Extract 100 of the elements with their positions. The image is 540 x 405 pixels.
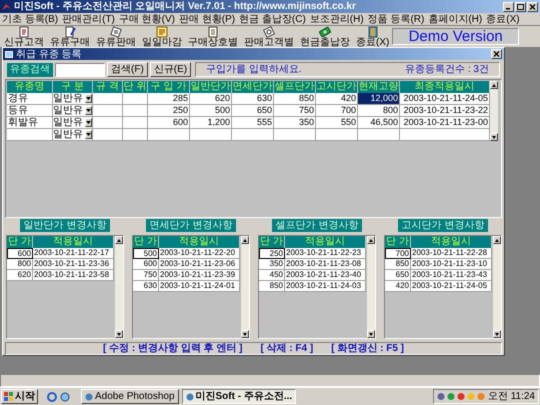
status-message: 구입가를 입력하세요. [206, 64, 302, 75]
record-count: 유종등록건수 : 3건 [405, 64, 489, 75]
table-cell: 2003-10-21-11-24-03 [285, 281, 366, 292]
column-header: 구 입 가 [148, 81, 190, 93]
menu-item[interactable]: 정품 등록(R) [368, 14, 424, 24]
maximize-icon [517, 4, 524, 10]
list-icon [207, 26, 219, 38]
column-header: 현재고량 [358, 81, 400, 93]
down-arrow-icon[interactable] [243, 332, 247, 336]
scrollbar[interactable] [493, 236, 501, 338]
empty-cell [123, 129, 148, 141]
table-cell: 500 [133, 248, 159, 259]
taskbar-button[interactable]: 미진Soft - 주유소전... [182, 389, 296, 404]
caret-icon [86, 121, 91, 124]
down-arrow-icon[interactable] [117, 332, 121, 336]
up-arrow-icon[interactable] [492, 84, 496, 86]
window-icon [5, 50, 13, 58]
up-arrow-icon[interactable] [495, 238, 499, 242]
toolbar-button[interactable]: 일일마감 [139, 26, 185, 47]
start-button[interactable]: 시작 [1, 389, 38, 404]
panel-title: 고시단가 변경사항 [398, 219, 488, 232]
down-arrow-icon[interactable] [492, 136, 496, 138]
dropdown[interactable]: 일반유 [53, 105, 93, 117]
paper-icon [263, 26, 275, 38]
toolbar-button[interactable]: 유류구매 [47, 26, 93, 47]
table-cell: 350 [274, 117, 316, 129]
scrollbar[interactable] [241, 236, 249, 338]
toolbar-button[interactable]: 신규(E) [150, 62, 192, 77]
up-arrow-icon[interactable] [243, 238, 247, 242]
menu-item[interactable]: 판매관리(T) [62, 14, 115, 24]
close-button[interactable] [527, 2, 538, 12]
shortcut-hint: [ 화면갱신 : F5 ] [331, 343, 404, 354]
maximize-button[interactable] [515, 2, 526, 12]
table-cell: 630 [232, 93, 274, 105]
down-arrow-icon[interactable] [369, 332, 373, 336]
table-cell: 285 [148, 93, 190, 105]
empty-cell [123, 117, 148, 129]
panel-title: 면세단가 변경사항 [146, 219, 236, 232]
scrollbar[interactable] [367, 236, 375, 338]
close-icon [493, 51, 500, 57]
column-header: 구 분 [53, 81, 93, 93]
table-cell: 600 [148, 117, 190, 129]
clock: 오전 11:24 [488, 391, 535, 402]
dropdown[interactable]: 일반유 [53, 129, 93, 141]
menu-item[interactable]: 보조관리(H) [310, 14, 364, 24]
column-header: 단 위 [123, 81, 148, 93]
tray-icons-drawing [436, 392, 485, 401]
empty-cell [123, 93, 148, 105]
up-arrow-icon[interactable] [117, 238, 121, 242]
caret-icon [86, 133, 91, 136]
menu-item[interactable]: 구매 현황(V) [118, 14, 175, 24]
dropdown[interactable]: 일반유 [53, 93, 93, 105]
up-arrow-icon[interactable] [369, 238, 373, 242]
table-cell: 620 [7, 270, 33, 281]
toolbar-button[interactable]: 신규고객 [1, 26, 47, 47]
column-header: 단 가 [385, 236, 411, 248]
scrollbar[interactable] [490, 81, 498, 141]
notepad-icon [156, 26, 168, 38]
shortcut-hint: [ 삭제 : F4 ] [260, 343, 314, 354]
toolbar-button[interactable]: 종료(X) [353, 26, 392, 47]
menu-item[interactable]: 판매 현황(P) [179, 14, 236, 24]
down-arrow-icon[interactable] [495, 332, 499, 336]
window-title: 미진Soft - 주유소전산관리 오일매니저 Ver.7.01 - http://www.mijinsoft.co.kr [14, 1, 356, 12]
menu-item[interactable]: 홈페이지(H) [428, 14, 482, 24]
caret-icon [86, 97, 91, 100]
table-cell: 46,500 [358, 117, 400, 129]
toolbar-button[interactable]: 검색(F) [107, 62, 148, 77]
panel-title: 일반단가 변경사항 [20, 219, 110, 232]
table-cell: 850 [274, 93, 316, 105]
child-window-title: 취급 유종 등록 [16, 48, 82, 60]
column-header: 면세단가 [232, 81, 274, 93]
menu-item[interactable]: 현금 출납장(C) [239, 14, 306, 24]
banknote-icon [319, 26, 331, 38]
empty-cell [123, 105, 148, 117]
empty-cell [190, 129, 232, 141]
toolbar-button[interactable]: 현금출납장 [297, 26, 353, 47]
minimize-button[interactable] [503, 2, 514, 12]
empty-cell [148, 129, 190, 141]
menu-item[interactable]: 종료(X) [486, 14, 520, 24]
toolbar-button[interactable]: 유류판매 [93, 26, 139, 47]
empty-cell [316, 129, 358, 141]
column-header: 규 격 [93, 81, 123, 93]
table-cell: 600 [7, 248, 33, 259]
table-cell: 420 [385, 281, 411, 292]
app-logo-icon [2, 2, 11, 10]
taskbar-button[interactable]: Adobe Photoshop [81, 389, 179, 404]
caret-icon [86, 109, 91, 112]
column-header: 고시단가 [316, 81, 358, 93]
browser-icon[interactable] [47, 392, 57, 402]
column-header: 적용일시 [285, 236, 366, 248]
menu-item[interactable]: 기초 등록(B) [2, 14, 58, 24]
scrollbar[interactable] [115, 236, 123, 338]
toolbar-button[interactable]: 구매상호별 [185, 26, 241, 47]
close-button[interactable] [491, 49, 502, 59]
table-cell: 550 [316, 117, 358, 129]
toolbar-button[interactable]: 판매고객별 [241, 26, 297, 47]
search-field[interactable] [55, 62, 105, 76]
table-cell: 250 [259, 248, 285, 259]
table-cell: 2003-10-21-11-24-05 [411, 281, 492, 292]
dropdown[interactable]: 일반유 [53, 117, 93, 129]
